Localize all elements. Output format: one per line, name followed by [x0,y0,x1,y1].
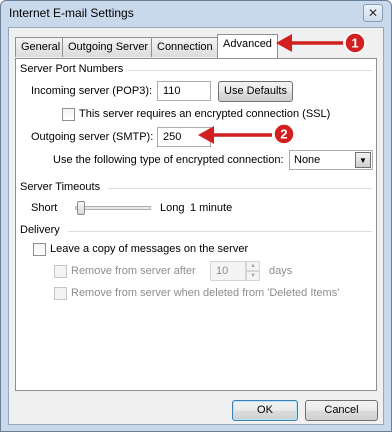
dialog-client-area: General Outgoing Server Connection Advan… [8,27,384,425]
spin-down-icon[interactable]: ▼ [246,271,260,281]
cancel-button[interactable]: Cancel [305,400,378,421]
encryption-type-value: None [294,154,321,166]
tab-label: Advanced [223,38,272,50]
days-label: days [269,265,293,277]
remove-days-input[interactable]: 10 [210,261,246,281]
dialog-window: Internet E-mail Settings ✕ General Outgo… [0,0,392,432]
remove-deleted-checkbox[interactable] [54,287,67,300]
window-title: Internet E-mail Settings [9,6,134,20]
remove-days-spinner[interactable]: ▲ ▼ [246,261,260,281]
incoming-server-label: Incoming server (POP3): [31,85,153,97]
server-timeouts-header: Server Timeouts [20,181,101,193]
title-bar: Internet E-mail Settings ✕ [1,1,391,27]
tab-label: Outgoing Server [68,41,149,53]
server-port-header: Server Port Numbers [20,63,124,75]
section-divider [68,231,372,232]
remove-after-label: Remove from server after [71,265,196,277]
tab-label: Connection [157,41,213,53]
ok-button[interactable]: OK [232,400,298,421]
leave-copy-label: Leave a copy of messages on the server [50,243,249,255]
tab-label: General [21,41,61,53]
timeout-short-label: Short [31,202,58,214]
close-icon: ✕ [367,6,379,20]
ssl-label: This server requires an encrypted connec… [79,108,331,120]
remove-after-checkbox[interactable] [54,265,67,278]
use-defaults-button[interactable]: Use Defaults [218,81,293,102]
close-button[interactable]: ✕ [363,4,383,22]
spin-up-icon[interactable]: ▲ [246,261,260,271]
timeout-slider-thumb[interactable] [77,201,85,215]
section-divider [108,188,372,189]
incoming-port-value: 110 [163,85,181,97]
chevron-down-icon: ▼ [355,152,371,168]
timeout-value: 1 minute [190,202,233,214]
tab-outgoing-server[interactable]: Outgoing Server [62,37,152,57]
remove-days-value: 10 [216,265,229,277]
timeout-slider-track[interactable] [75,206,151,210]
incoming-port-input[interactable]: 110 [157,81,211,101]
outgoing-port-input[interactable]: 250 [157,127,211,147]
tab-advanced[interactable]: Advanced [217,34,278,58]
remove-deleted-label: Remove from server when deleted from 'De… [71,287,340,299]
encryption-type-select[interactable]: None ▼ [289,150,373,170]
timeout-long-label: Long [160,202,185,214]
delivery-header: Delivery [20,224,60,236]
outgoing-port-value: 250 [163,131,182,143]
tab-general[interactable]: General [15,37,63,57]
advanced-tab-panel: Server Port Numbers Incoming server (POP… [15,58,377,391]
ssl-checkbox[interactable] [62,108,75,121]
leave-copy-checkbox[interactable] [33,243,46,256]
encryption-type-label: Use the following type of encrypted conn… [53,154,284,166]
tab-connection[interactable]: Connection [151,37,218,57]
outgoing-server-label: Outgoing server (SMTP): [31,131,154,143]
section-divider [128,70,372,71]
